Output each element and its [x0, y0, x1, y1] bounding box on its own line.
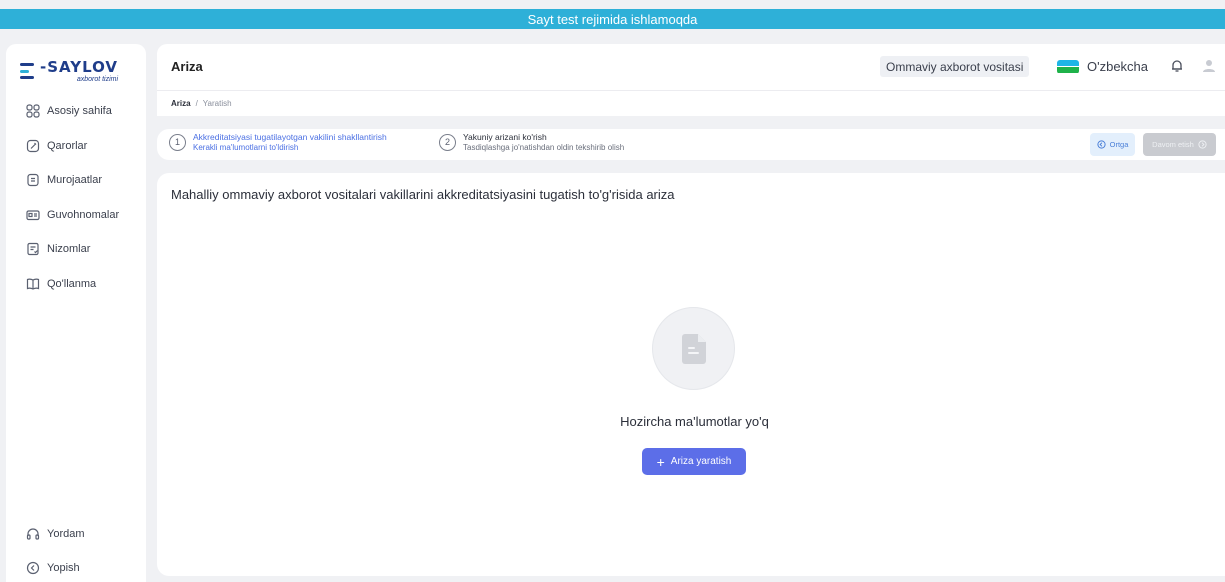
empty-state-illustration [652, 307, 735, 390]
back-arrow-icon [1097, 140, 1106, 149]
plus-icon: + [656, 453, 665, 470]
top-header: Ariza Ommaviy axborot vositasi O'zbekcha [157, 44, 1225, 91]
document-icon [26, 173, 40, 187]
role-badge: Ommaviy axborot vositasi [880, 56, 1030, 77]
create-application-button[interactable]: + Ariza yaratish [642, 448, 746, 475]
id-card-icon [26, 208, 40, 222]
sidebar-item-asosiy-sahifa[interactable]: Asosiy sahifa [6, 94, 146, 129]
step-title: Yakuniy arizani ko'rish [463, 132, 547, 142]
headphones-icon [26, 527, 40, 541]
logo-mark-icon [20, 63, 34, 79]
sidebar-item-qollanma[interactable]: Qo'llanma [6, 267, 146, 302]
breadcrumb: Ariza / Yaratish [157, 91, 1225, 116]
sidebar-item-murojaatlar[interactable]: Murojaatlar [6, 163, 146, 198]
sidebar-item-yordam[interactable]: Yordam [6, 517, 146, 551]
form-title: Mahalliy ommaviy axborot vositalari vaki… [171, 187, 675, 202]
empty-file-icon [681, 333, 706, 364]
empty-state-text: Hozircha ma'lumotlar yo'q [620, 414, 769, 429]
logo-title: -SAYLOV [40, 57, 119, 76]
sidebar-item-label: Guvohnomalar [47, 208, 120, 221]
stepper-bar: 1 Akkreditatsiyasi tugatilayotgan vakili… [157, 129, 1225, 160]
logo-subtitle: axborot tizimi [76, 75, 119, 83]
sidebar-item-label: Asosiy sahifa [47, 105, 112, 118]
sidebar-item-nizomlar[interactable]: Nizomlar [6, 232, 146, 267]
sidebar-bottom: Yordam Yopish [6, 517, 146, 582]
sidebar-nav: Asosiy sahifa Qarorlar Murojaatlar Guvoh… [6, 94, 146, 301]
breadcrumb-item-ariza[interactable]: Ariza [171, 99, 191, 108]
clipboard-icon [26, 242, 40, 256]
step-subtitle: Kerakli ma'lumotlarni to'ldirish [193, 142, 299, 152]
sidebar-item-label: Yordam [47, 528, 85, 540]
forward-arrow-icon [1198, 140, 1207, 149]
step-number: 1 [169, 133, 186, 151]
book-icon [26, 277, 40, 291]
back-button[interactable]: Ortga [1090, 133, 1135, 156]
edit-icon [26, 139, 40, 153]
sidebar-item-label: Qo'llanma [47, 277, 97, 290]
step-1[interactable]: 1 Akkreditatsiyasi tugatilayotgan vakili… [169, 132, 387, 153]
step-number: 2 [439, 133, 456, 151]
bell-icon[interactable] [1169, 58, 1185, 74]
banner-text: Sayt test rejimida ishlamoqda [527, 11, 698, 27]
uzbekistan-flag-icon [1057, 59, 1079, 74]
sidebar-item-qarorlar[interactable]: Qarorlar [6, 129, 146, 164]
user-avatar-icon[interactable] [1201, 58, 1217, 74]
grid-icon [26, 104, 40, 118]
continue-button[interactable]: Davom etish [1143, 133, 1216, 156]
language-label: O'zbekcha [1087, 59, 1149, 74]
sidebar-item-label: Yopish [47, 562, 80, 574]
breadcrumb-item-yaratish: Yaratish [202, 99, 232, 108]
back-button-label: Ortga [1109, 140, 1129, 149]
page-title: Ariza [171, 59, 203, 74]
step-2[interactable]: 2 Yakuniy arizani ko'rish Tasdiqlashga j… [439, 132, 624, 153]
sidebar-item-label: Nizomlar [47, 243, 91, 256]
sidebar-item-guvohnomalar[interactable]: Guvohnomalar [6, 198, 146, 233]
main-content: Mahalliy ommaviy axborot vositalari vaki… [157, 173, 1225, 576]
sidebar-item-yopish[interactable]: Yopish [6, 551, 146, 582]
step-subtitle: Tasdiqlashga jo'natishdan oldin tekshiri… [463, 142, 625, 152]
sidebar: -SAYLOV axborot tizimi Asosiy sahifa Qar… [6, 44, 146, 582]
collapse-icon [26, 561, 40, 575]
step-title: Akkreditatsiyasi tugatilayotgan vakilini… [193, 132, 387, 142]
sidebar-item-label: Qarorlar [47, 139, 88, 152]
sidebar-item-label: Murojaatlar [47, 174, 103, 187]
logo[interactable]: -SAYLOV axborot tizimi [20, 56, 118, 86]
create-button-label: Ariza yaratish [670, 456, 732, 467]
continue-button-label: Davom etish [1152, 140, 1194, 149]
test-mode-banner: Sayt test rejimida ishlamoqda [0, 9, 1225, 29]
language-selector[interactable]: O'zbekcha [1057, 56, 1148, 77]
breadcrumb-separator: / [195, 99, 198, 108]
